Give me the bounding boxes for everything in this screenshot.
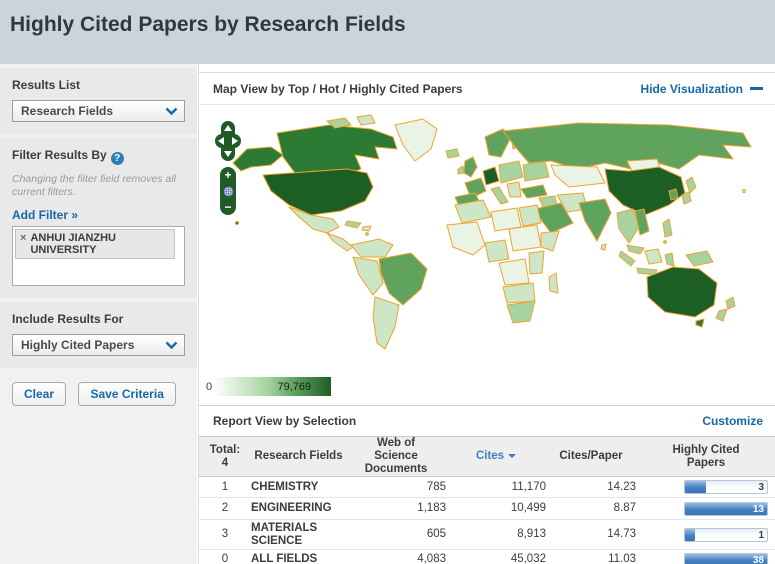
results-list-selected-value: Research Fields [21, 104, 114, 118]
chevron-down-icon [165, 341, 178, 350]
field-link: MATERIALS SCIENCE [251, 519, 346, 550]
legend-min-value: 0 [206, 380, 213, 393]
map-pan-control[interactable] [215, 121, 241, 161]
filter-listbox[interactable]: × ANHUI JIANZHU UNIVERSITY [12, 226, 185, 286]
cites-value: 10,499 [446, 497, 546, 520]
page: Highly Cited Papers by Research Fields R… [0, 0, 775, 564]
field-link: ALL FIELDS [251, 549, 346, 564]
page-title: Highly Cited Papers by Research Fields [10, 13, 406, 36]
hcp-value: 3 [758, 482, 764, 493]
hcp-value: 1 [758, 529, 764, 541]
filter-chip[interactable]: × ANHUI JIANZHU UNIVERSITY [15, 229, 175, 259]
remove-filter-icon[interactable]: × [20, 232, 26, 256]
hcp-bar-cell: 13 [636, 497, 775, 520]
hcp-bar-cell: 1 [636, 519, 775, 550]
filter-section: Filter Results By? Changing the filter f… [0, 138, 197, 298]
hcp-bar: 38 [684, 552, 768, 564]
map-zoom-control[interactable]: + − [220, 167, 236, 215]
legend-gradient-bar: 79,769 [216, 377, 332, 396]
pan-left-icon[interactable] [218, 137, 224, 145]
add-filter-link[interactable]: Add Filter » [12, 208, 78, 222]
map-view-title: Map View by Top / Hot / Highly Cited Pap… [213, 81, 463, 96]
results-list-section: Results List Research Fields [0, 68, 197, 134]
col-header-highly-cited: Highly Cited Papers [636, 436, 775, 477]
hcp-value: 38 [752, 554, 764, 564]
hcp-bar: 1 [684, 527, 768, 542]
table-row: 0 ALL FIELDS 4,083 45,032 11.03 38 [199, 549, 775, 564]
map-legend: 0 79,769 [206, 377, 332, 396]
cites-per-paper-value: 11.03 [546, 549, 636, 564]
report-table: Total: 4 Research Fields Web of Science … [199, 436, 775, 564]
col-header-total: Total: 4 [199, 436, 251, 477]
pan-right-icon[interactable] [232, 137, 238, 145]
minus-icon [750, 87, 763, 90]
customize-link[interactable]: Customize [702, 414, 763, 428]
cites-per-paper-value: 14.73 [546, 519, 636, 550]
include-results-label: Include Results For [12, 312, 124, 326]
report-view-title: Report View by Selection [213, 414, 357, 428]
include-results-selected-value: Highly Cited Papers [21, 338, 135, 352]
filter-note: Changing the filter field removes all cu… [12, 173, 177, 198]
cites-value: 8,913 [446, 519, 546, 550]
filter-chip-label: ANHUI JIANZHU UNIVERSITY [30, 232, 116, 256]
main-panel: Map View by Top / Hot / Highly Cited Pap… [198, 64, 775, 564]
docs-value: 4,083 [346, 549, 446, 564]
include-results-select[interactable]: Highly Cited Papers [12, 334, 185, 356]
sidebar: Results List Research Fields Filter Resu… [0, 64, 197, 564]
table-row: 3 MATERIALS SCIENCE 605 8,913 14.73 1 [199, 519, 775, 550]
cites-per-paper-value: 8.87 [546, 497, 636, 520]
zoom-out-button[interactable]: − [224, 201, 231, 213]
report-view-header: Report View by Selection Customize [199, 405, 775, 436]
field-link: ENGINEERING [251, 497, 346, 520]
docs-value: 785 [346, 476, 446, 498]
world-map[interactable]: + − [199, 105, 775, 375]
sort-desc-icon [508, 454, 517, 458]
zoom-in-button[interactable]: + [224, 169, 231, 181]
hcp-value: 13 [752, 503, 764, 515]
sidebar-buttons: Clear Save Criteria [0, 368, 197, 420]
hcp-bar-cell: 38 [636, 549, 775, 564]
table-row: 1 CHEMISTRY 785 11,170 14.23 3 [199, 476, 775, 498]
cites-value: 45,032 [446, 549, 546, 564]
hcp-bar: 13 [684, 501, 768, 516]
col-header-cites-per-paper: Cites/Paper [546, 436, 636, 477]
map-view-header: Map View by Top / Hot / Highly Cited Pap… [199, 72, 775, 105]
docs-value: 1,183 [346, 497, 446, 520]
hcp-bar-cell: 3 [636, 476, 775, 498]
pan-up-icon[interactable] [224, 125, 232, 131]
hide-visualization-link[interactable]: Hide Visualization [641, 82, 763, 96]
row-rank: 0 [199, 549, 251, 564]
results-list-select[interactable]: Research Fields [12, 100, 185, 122]
row-rank: 2 [199, 497, 251, 520]
page-header: Highly Cited Papers by Research Fields [0, 0, 775, 64]
save-criteria-button[interactable]: Save Criteria [78, 382, 176, 406]
filter-label: Filter Results By? [12, 148, 185, 165]
field-link: CHEMISTRY [251, 476, 346, 498]
globe-icon[interactable] [223, 186, 234, 197]
col-header-wos-documents: Web of Science Documents [346, 436, 446, 477]
legend-max-value: 79,769 [277, 380, 312, 393]
row-rank: 1 [199, 476, 251, 498]
hcp-bar: 3 [684, 480, 768, 494]
cites-per-paper-value: 14.23 [546, 476, 636, 498]
chevron-down-icon [165, 107, 178, 116]
table-row: 2 ENGINEERING 1,183 10,499 8.87 13 [199, 497, 775, 520]
cites-value: 11,170 [446, 476, 546, 498]
hcp-bar-fill [685, 481, 707, 493]
docs-value: 605 [346, 519, 446, 550]
help-icon[interactable]: ? [110, 152, 124, 165]
total-count: 4 [221, 456, 229, 469]
choropleth-map-svg [232, 114, 752, 350]
row-rank: 3 [199, 519, 251, 550]
results-list-label: Results List [12, 78, 81, 92]
table-header-row: Total: 4 Research Fields Web of Science … [199, 436, 775, 477]
col-header-research-fields: Research Fields [251, 436, 346, 477]
hcp-bar-fill [685, 528, 695, 541]
include-results-section: Include Results For Highly Cited Papers [0, 302, 197, 368]
clear-button[interactable]: Clear [12, 382, 67, 406]
col-header-cites[interactable]: Cites [446, 436, 546, 477]
pan-down-icon[interactable] [224, 151, 232, 157]
